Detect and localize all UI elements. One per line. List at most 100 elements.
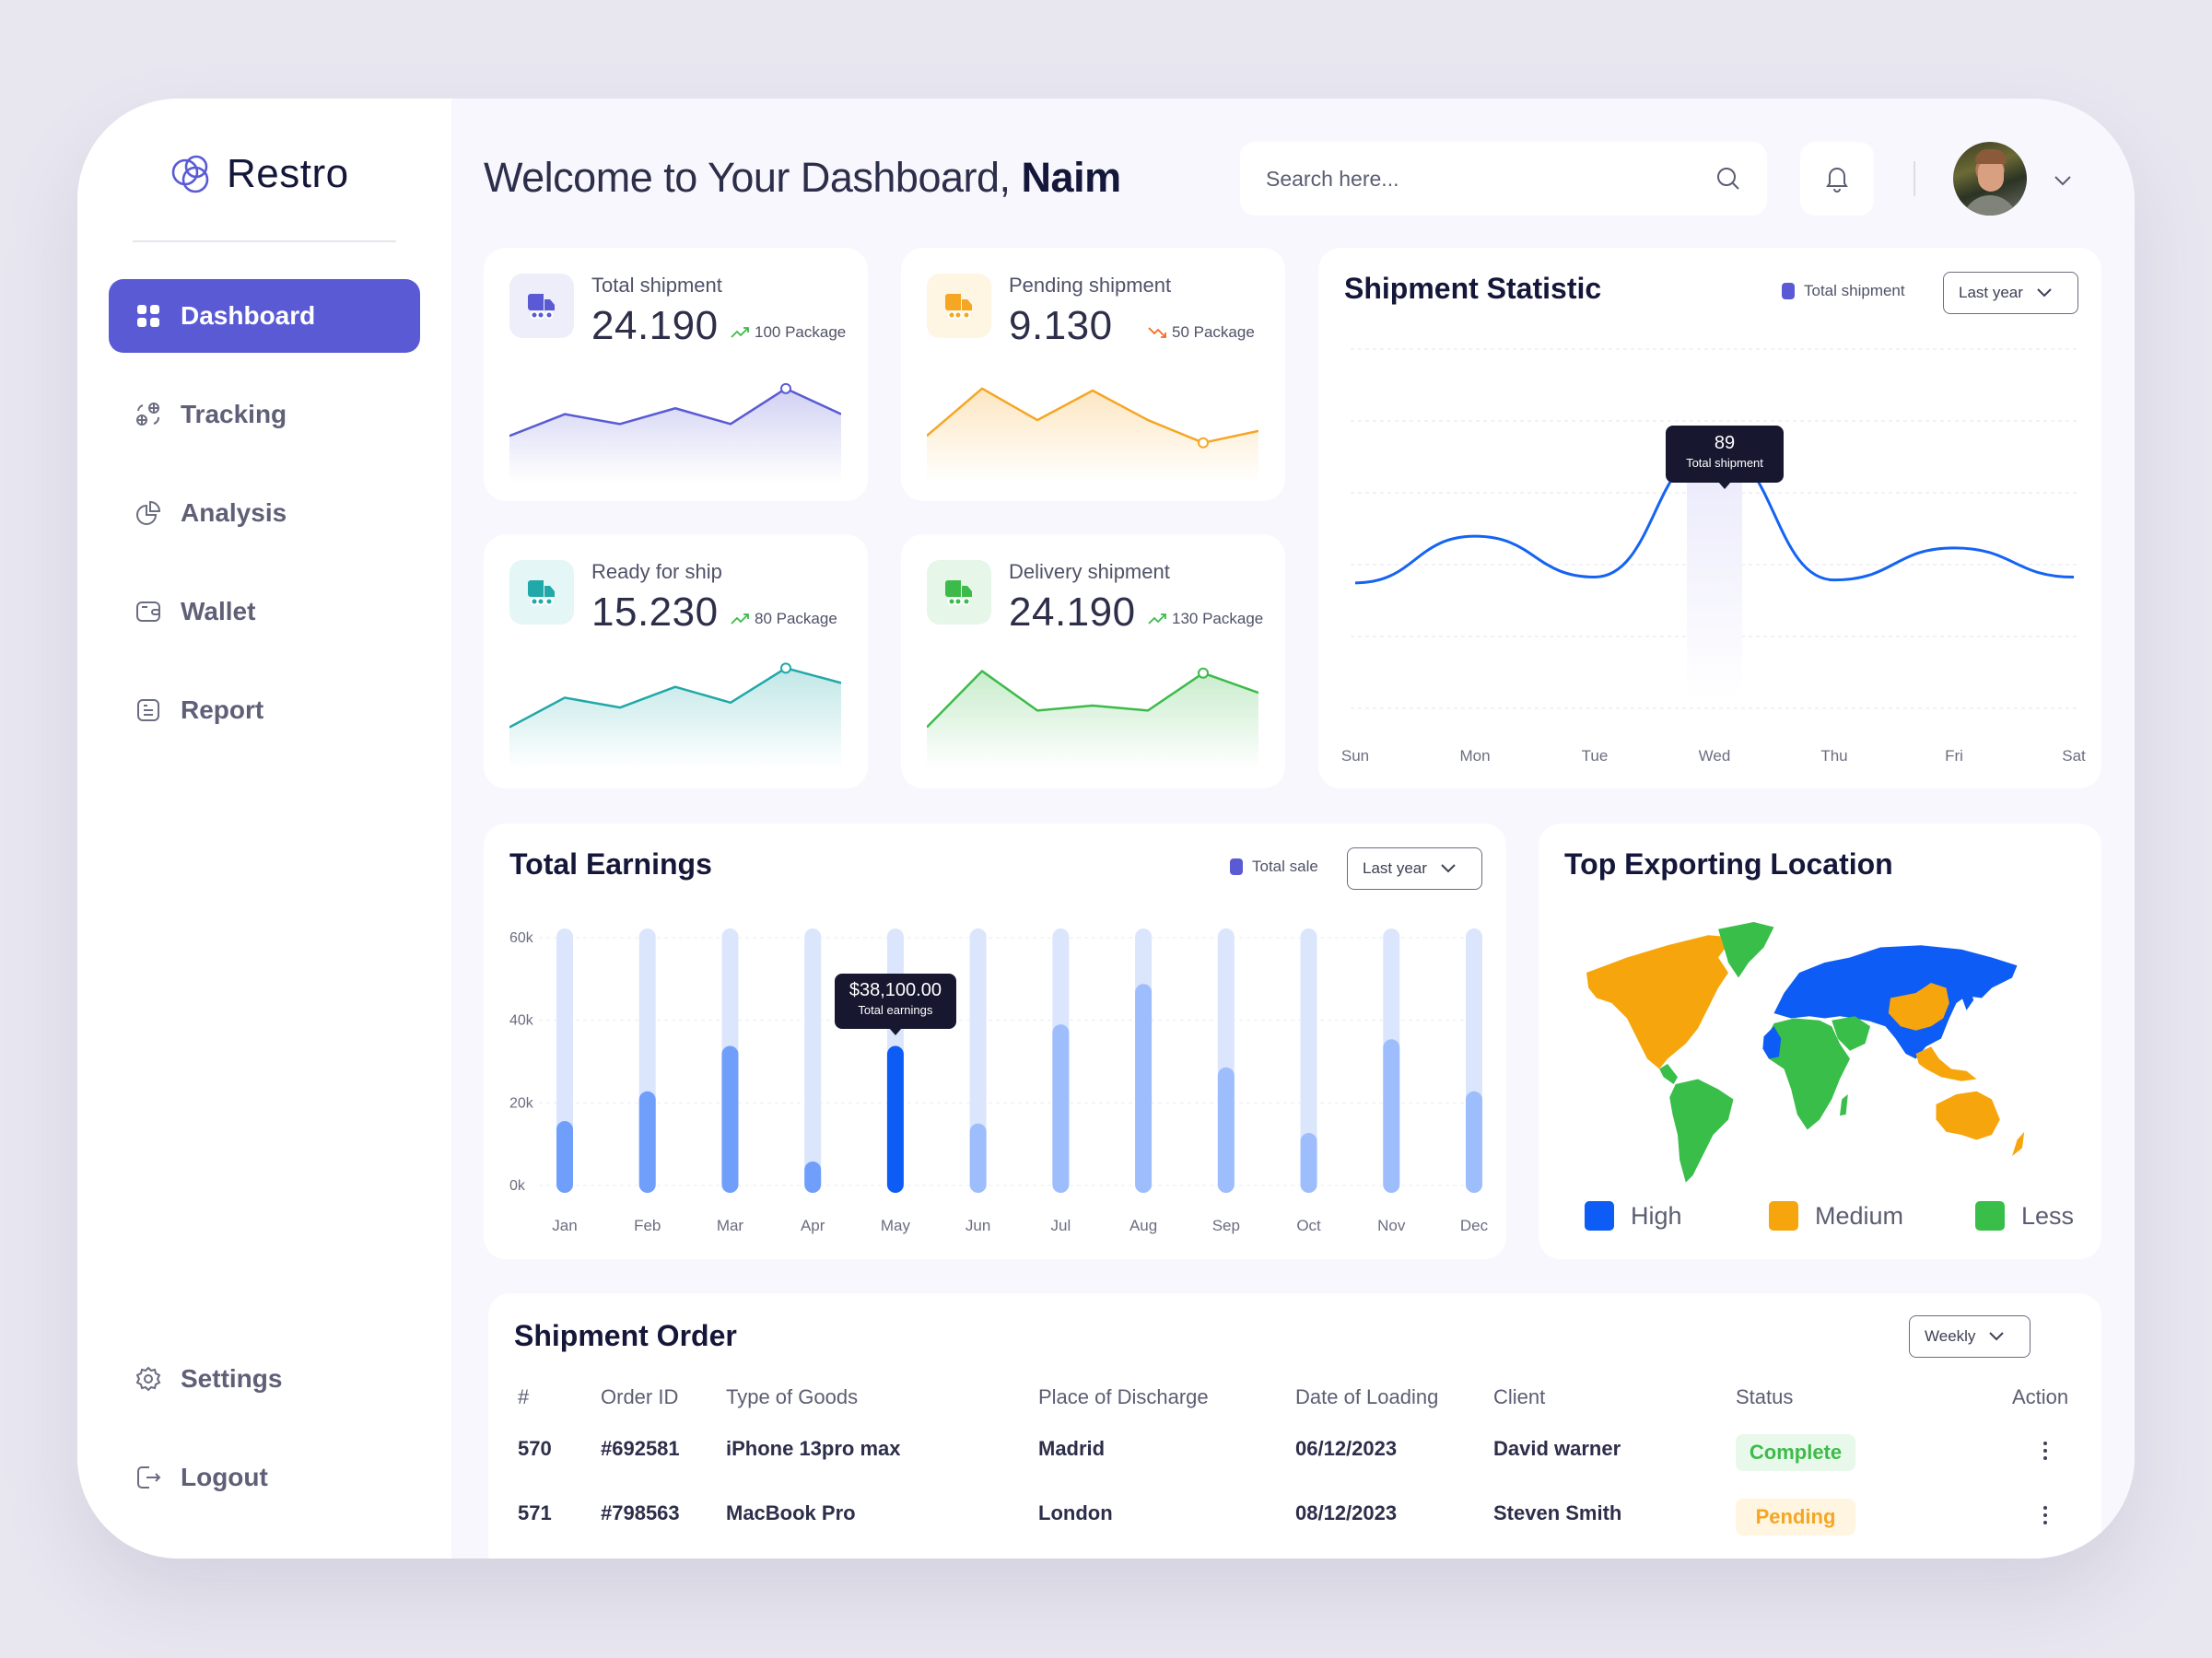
map-region-australia[interactable] xyxy=(1936,1091,2000,1140)
more-actions-icon[interactable] xyxy=(2036,1501,2054,1529)
x-tick-label: Sep xyxy=(1212,1217,1240,1234)
stat-card-delivery-shipment[interactable]: Delivery shipment 24.190 130 Package xyxy=(901,534,1285,788)
bar-may[interactable] xyxy=(886,1045,904,1193)
sparkline-area xyxy=(509,388,841,483)
stat-delta-text: 100 Package xyxy=(755,323,847,341)
map-region-central-america[interactable] xyxy=(1659,1064,1678,1084)
search-box xyxy=(1240,142,1767,216)
logo-icon xyxy=(171,155,209,193)
chart-tooltip: $38,100.00 Total earnings xyxy=(834,974,956,1036)
gear-icon xyxy=(135,1366,161,1392)
map-region-north-america[interactable] xyxy=(1586,935,1734,1069)
sparkline-marker xyxy=(1198,667,1209,679)
stat-delta: 50 Package xyxy=(1148,323,1255,342)
bar-jun[interactable] xyxy=(969,1123,987,1193)
map-region-southeast-asia[interactable] xyxy=(1915,1046,1977,1081)
sidebar-nav: Dashboard Tracking Analysis Wallet Repor… xyxy=(109,279,420,772)
dashboard-window: Restro Dashboard Tracking Analysis Walle… xyxy=(77,99,2135,1559)
sidebar-item-tracking[interactable]: Tracking xyxy=(109,378,420,451)
bar-dec[interactable] xyxy=(1466,1091,1482,1193)
grid-icon xyxy=(137,305,159,327)
more-actions-icon[interactable] xyxy=(2036,1437,2054,1465)
sidebar-item-settings[interactable]: Settings xyxy=(109,1342,420,1416)
trend-up-icon xyxy=(731,327,749,338)
notifications-button[interactable] xyxy=(1800,142,1874,216)
wallet-icon xyxy=(136,601,160,622)
welcome-text: Welcome to Your Dashboard, xyxy=(484,154,1011,201)
map-region-south-america[interactable] xyxy=(1669,1079,1734,1183)
bar-mar[interactable] xyxy=(721,1045,739,1193)
x-tick-label: Wed xyxy=(1699,747,1731,765)
user-name: Naim xyxy=(1021,154,1122,201)
sidebar-item-label: Logout xyxy=(181,1463,268,1491)
trend-down-icon xyxy=(1148,327,1166,338)
cell-num: 570 xyxy=(518,1437,552,1460)
sidebar-item-analysis[interactable]: Analysis xyxy=(109,476,420,550)
page-title: Welcome to Your Dashboard, Naim xyxy=(484,154,1121,202)
sidebar-item-label: Wallet xyxy=(181,597,256,625)
map-legend-less: Less xyxy=(1975,1201,2074,1231)
legend-swatch xyxy=(1585,1201,1614,1231)
table-row[interactable]: 571 #798563 MacBook Pro London 08/12/2023 Ste… xyxy=(488,1499,2101,1542)
sidebar-item-label: Report xyxy=(181,695,264,724)
stat-delta: 130 Package xyxy=(1148,610,1263,628)
column-header: Date of Loading xyxy=(1295,1385,1439,1408)
total-earnings-card: Total Earnings Total sale Last year 0k 20… xyxy=(484,823,1506,1259)
sparkline-marker xyxy=(780,662,791,674)
stat-value: 24.190 xyxy=(1009,590,1136,635)
sparkline xyxy=(509,662,841,769)
legend-label: Less xyxy=(2021,1201,2075,1230)
divider xyxy=(1914,161,1915,196)
y-tick-label: 60k xyxy=(509,930,534,946)
sparkline-marker xyxy=(1198,437,1209,449)
bar-nov[interactable] xyxy=(1383,1039,1400,1193)
stat-icon-box xyxy=(509,274,574,338)
map-region-greenland[interactable] xyxy=(1718,922,1774,978)
search-icon[interactable] xyxy=(1715,166,1741,192)
map-region-new-zealand[interactable] xyxy=(2012,1131,2025,1157)
x-tick-label: Mar xyxy=(717,1217,744,1234)
avatar[interactable] xyxy=(1953,142,2027,216)
bar-apr[interactable] xyxy=(804,1161,822,1193)
x-tick-label: Feb xyxy=(634,1217,661,1234)
column-header: # xyxy=(518,1385,530,1408)
line-chart: Sun Mon Tue Wed Thu Fri Sat xyxy=(1341,348,2086,765)
tooltip-value: 89 xyxy=(1714,433,1736,453)
legend-label: High xyxy=(1631,1201,1682,1230)
bar-jul[interactable] xyxy=(1052,1024,1070,1193)
chevron-down-icon xyxy=(2054,176,2071,186)
map-legend-medium: Medium xyxy=(1769,1201,1903,1231)
sidebar-item-dashboard[interactable]: Dashboard xyxy=(109,279,420,353)
trend-up-icon xyxy=(1148,613,1166,625)
truck-icon xyxy=(945,580,972,606)
logo[interactable]: Restro xyxy=(168,150,349,198)
sidebar-item-wallet[interactable]: Wallet xyxy=(109,575,420,648)
bar-sep[interactable] xyxy=(1217,1067,1235,1193)
tracking-icon xyxy=(136,403,159,426)
sidebar-item-label: Settings xyxy=(181,1364,283,1393)
stat-label: Delivery shipment xyxy=(1009,560,1170,583)
bar-oct[interactable] xyxy=(1300,1133,1317,1193)
bar-feb[interactable] xyxy=(638,1091,656,1193)
sparkline-marker xyxy=(780,382,791,394)
sidebar-item-logout[interactable]: Logout xyxy=(109,1441,420,1514)
cell-goods: MacBook Pro xyxy=(726,1501,856,1524)
period-dropdown[interactable]: Weekly xyxy=(1909,1315,2031,1358)
stat-card-pending-shipment[interactable]: Pending shipment 9.130 50 Package xyxy=(901,248,1285,501)
bar-jan[interactable] xyxy=(556,1121,573,1193)
bar-aug[interactable] xyxy=(1135,984,1153,1193)
profile-menu-button[interactable] xyxy=(2049,167,2077,194)
sidebar-bottom-nav: Settings Logout xyxy=(109,1342,420,1539)
stat-card-total-shipment[interactable]: Total shipment 24.190 100 Package xyxy=(484,248,868,501)
world-map[interactable] xyxy=(1566,916,2073,1192)
column-header: Order ID xyxy=(601,1385,679,1408)
map-region-madagascar[interactable] xyxy=(1840,1094,1848,1116)
stat-card-ready-for-ship[interactable]: Ready for ship 15.230 80 Package xyxy=(484,534,868,788)
stat-value: 9.130 xyxy=(1009,303,1113,348)
table-row[interactable]: 570 #692581 iPhone 13pro max Madrid 06/12/20… xyxy=(488,1434,2101,1477)
sidebar-item-report[interactable]: Report xyxy=(109,673,420,747)
x-tick-label: Sat xyxy=(2062,747,2086,765)
search-input[interactable] xyxy=(1266,166,1690,192)
chart-tooltip: 89 Total shipment xyxy=(1666,426,1784,489)
x-tick-label: Mon xyxy=(1459,747,1490,765)
